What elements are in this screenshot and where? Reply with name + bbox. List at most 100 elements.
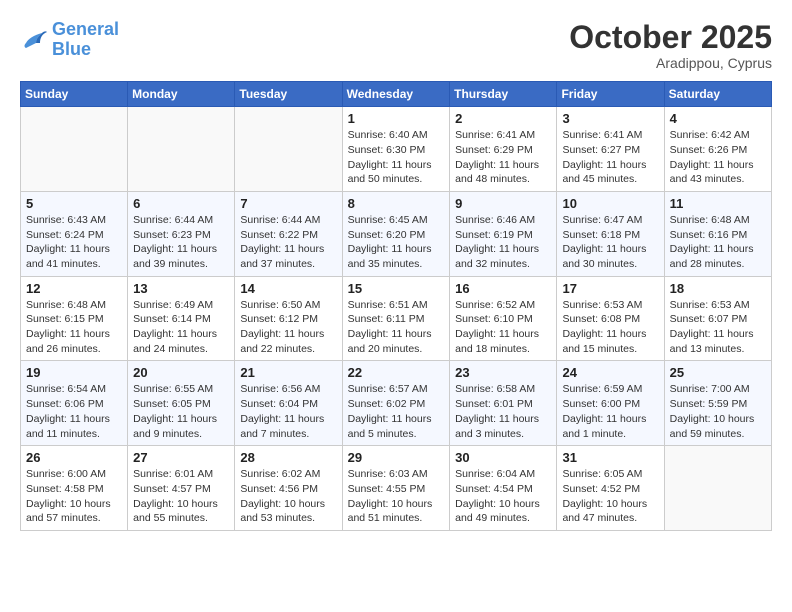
month-title: October 2025: [569, 20, 772, 55]
day-number: 14: [240, 281, 336, 296]
day-info: Sunrise: 6:03 AMSunset: 4:55 PMDaylight:…: [348, 467, 445, 526]
calendar-cell: 8 Sunrise: 6:45 AMSunset: 6:20 PMDaylight…: [342, 191, 450, 276]
day-info: Sunrise: 6:56 AMSunset: 6:04 PMDaylight:…: [240, 382, 336, 441]
calendar-cell: 10Sunrise: 6:47 AMSunset: 6:18 PMDayligh…: [557, 191, 664, 276]
day-info: Sunrise: 6:51 AMSunset: 6:11 PMDaylight:…: [348, 298, 445, 357]
day-info: Sunrise: 6:48 AMSunset: 6:15 PMDaylight:…: [26, 298, 122, 357]
day-info: Sunrise: 6:44 AMSunset: 6:23 PMDaylight:…: [133, 213, 229, 272]
calendar-cell: 4Sunrise: 6:42 AMSunset: 6:26 PMDaylight…: [664, 107, 771, 192]
logo-blue: Blue: [52, 40, 119, 60]
day-info: Sunrise: 6:54 AMSunset: 6:06 PMDaylight:…: [26, 382, 122, 441]
day-number: 31: [562, 450, 658, 465]
weekday-header-thursday: Thursday: [450, 82, 557, 107]
day-info: Sunrise: 6:57 AMSunset: 6:02 PMDaylight:…: [348, 382, 445, 441]
day-info: Sunrise: 6:04 AMSunset: 4:54 PMDaylight:…: [455, 467, 551, 526]
title-block: October 2025 Aradippou, Cyprus: [569, 20, 772, 71]
day-number: 8: [348, 196, 445, 211]
day-number: 29: [348, 450, 445, 465]
calendar-cell: 24Sunrise: 6:59 AMSunset: 6:00 PMDayligh…: [557, 361, 664, 446]
calendar-cell: [128, 107, 235, 192]
calendar-cell: [235, 107, 342, 192]
day-number: 20: [133, 365, 229, 380]
day-info: Sunrise: 6:42 AMSunset: 6:26 PMDaylight:…: [670, 128, 766, 187]
weekday-header-saturday: Saturday: [664, 82, 771, 107]
day-info: Sunrise: 6:58 AMSunset: 6:01 PMDaylight:…: [455, 382, 551, 441]
header: General Blue October 2025 Aradippou, Cyp…: [20, 20, 772, 71]
week-row-4: 19 Sunrise: 6:54 AMSunset: 6:06 PMDayligh…: [21, 361, 772, 446]
day-number: 7: [240, 196, 336, 211]
calendar-cell: 20Sunrise: 6:55 AMSunset: 6:05 PMDayligh…: [128, 361, 235, 446]
day-info: Sunrise: 6:45 AMSunset: 6:20 PMDaylight:…: [348, 213, 445, 272]
day-info: Sunrise: 6:02 AMSunset: 4:56 PMDaylight:…: [240, 467, 336, 526]
calendar-cell: 23 Sunrise: 6:58 AMSunset: 6:01 PMDayligh…: [450, 361, 557, 446]
weekday-header-wednesday: Wednesday: [342, 82, 450, 107]
calendar-cell: 3 Sunrise: 6:41 AMSunset: 6:27 PMDaylight…: [557, 107, 664, 192]
logo-name: General: [52, 20, 119, 40]
calendar-cell: [664, 446, 771, 531]
calendar-cell: 15Sunrise: 6:51 AMSunset: 6:11 PMDayligh…: [342, 276, 450, 361]
weekday-header-monday: Monday: [128, 82, 235, 107]
calendar-cell: 19 Sunrise: 6:54 AMSunset: 6:06 PMDayligh…: [21, 361, 128, 446]
day-info: Sunrise: 6:53 AMSunset: 6:07 PMDaylight:…: [670, 298, 766, 357]
weekday-header-row: SundayMondayTuesdayWednesdayThursdayFrid…: [21, 82, 772, 107]
day-info: Sunrise: 6:52 AMSunset: 6:10 PMDaylight:…: [455, 298, 551, 357]
page: General Blue October 2025 Aradippou, Cyp…: [0, 0, 792, 541]
day-info: Sunrise: 6:44 AMSunset: 6:22 PMDaylight:…: [240, 213, 336, 272]
location: Aradippou, Cyprus: [569, 55, 772, 71]
day-info: Sunrise: 7:00 AMSunset: 5:59 PMDaylight:…: [670, 382, 766, 441]
calendar-cell: 30 Sunrise: 6:04 AMSunset: 4:54 PMDayligh…: [450, 446, 557, 531]
week-row-3: 12 Sunrise: 6:48 AMSunset: 6:15 PMDayligh…: [21, 276, 772, 361]
day-number: 27: [133, 450, 229, 465]
calendar-cell: 16Sunrise: 6:52 AMSunset: 6:10 PMDayligh…: [450, 276, 557, 361]
calendar-cell: 11Sunrise: 6:48 AMSunset: 6:16 PMDayligh…: [664, 191, 771, 276]
calendar-cell: 25 Sunrise: 7:00 AMSunset: 5:59 PMDayligh…: [664, 361, 771, 446]
day-number: 22: [348, 365, 445, 380]
day-number: 30: [455, 450, 551, 465]
calendar-cell: 7 Sunrise: 6:44 AMSunset: 6:22 PMDaylight…: [235, 191, 342, 276]
calendar-cell: 31 Sunrise: 6:05 AMSunset: 4:52 PMDayligh…: [557, 446, 664, 531]
day-number: 26: [26, 450, 122, 465]
day-number: 19: [26, 365, 122, 380]
calendar-cell: 21 Sunrise: 6:56 AMSunset: 6:04 PMDayligh…: [235, 361, 342, 446]
day-info: Sunrise: 6:46 AMSunset: 6:19 PMDaylight:…: [455, 213, 551, 272]
calendar-cell: 28Sunrise: 6:02 AMSunset: 4:56 PMDayligh…: [235, 446, 342, 531]
day-info: Sunrise: 6:41 AMSunset: 6:27 PMDaylight:…: [562, 128, 658, 187]
week-row-2: 5Sunrise: 6:43 AMSunset: 6:24 PMDaylight…: [21, 191, 772, 276]
day-number: 25: [670, 365, 766, 380]
week-row-5: 26 Sunrise: 6:00 AMSunset: 4:58 PMDayligh…: [21, 446, 772, 531]
day-number: 3: [562, 111, 658, 126]
weekday-header-tuesday: Tuesday: [235, 82, 342, 107]
weekday-header-friday: Friday: [557, 82, 664, 107]
day-info: Sunrise: 6:01 AMSunset: 4:57 PMDaylight:…: [133, 467, 229, 526]
day-number: 2: [455, 111, 551, 126]
calendar-cell: 9 Sunrise: 6:46 AMSunset: 6:19 PMDaylight…: [450, 191, 557, 276]
logo-text: General Blue: [52, 20, 119, 60]
day-number: 12: [26, 281, 122, 296]
day-number: 17: [562, 281, 658, 296]
logo-bird-icon: [20, 29, 48, 51]
day-number: 21: [240, 365, 336, 380]
day-number: 11: [670, 196, 766, 211]
day-info: Sunrise: 6:50 AMSunset: 6:12 PMDaylight:…: [240, 298, 336, 357]
day-number: 1: [348, 111, 445, 126]
calendar-cell: 5Sunrise: 6:43 AMSunset: 6:24 PMDaylight…: [21, 191, 128, 276]
day-number: 23: [455, 365, 551, 380]
calendar-cell: 12 Sunrise: 6:48 AMSunset: 6:15 PMDayligh…: [21, 276, 128, 361]
calendar-cell: 14 Sunrise: 6:50 AMSunset: 6:12 PMDayligh…: [235, 276, 342, 361]
day-info: Sunrise: 6:00 AMSunset: 4:58 PMDaylight:…: [26, 467, 122, 526]
day-info: Sunrise: 6:41 AMSunset: 6:29 PMDaylight:…: [455, 128, 551, 187]
logo: General Blue: [20, 20, 119, 60]
calendar-cell: 29 Sunrise: 6:03 AMSunset: 4:55 PMDayligh…: [342, 446, 450, 531]
week-row-1: 1Sunrise: 6:40 AMSunset: 6:30 PMDaylight…: [21, 107, 772, 192]
day-number: 13: [133, 281, 229, 296]
calendar: SundayMondayTuesdayWednesdayThursdayFrid…: [20, 81, 772, 531]
day-info: Sunrise: 6:47 AMSunset: 6:18 PMDaylight:…: [562, 213, 658, 272]
calendar-cell: 17Sunrise: 6:53 AMSunset: 6:08 PMDayligh…: [557, 276, 664, 361]
day-info: Sunrise: 6:59 AMSunset: 6:00 PMDaylight:…: [562, 382, 658, 441]
calendar-cell: 18Sunrise: 6:53 AMSunset: 6:07 PMDayligh…: [664, 276, 771, 361]
calendar-cell: [21, 107, 128, 192]
calendar-cell: 1Sunrise: 6:40 AMSunset: 6:30 PMDaylight…: [342, 107, 450, 192]
calendar-cell: 13Sunrise: 6:49 AMSunset: 6:14 PMDayligh…: [128, 276, 235, 361]
day-number: 9: [455, 196, 551, 211]
day-info: Sunrise: 6:05 AMSunset: 4:52 PMDaylight:…: [562, 467, 658, 526]
